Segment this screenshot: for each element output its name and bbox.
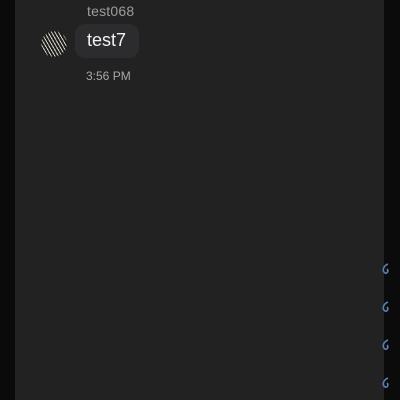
chat-panel [15, 0, 384, 400]
avatar[interactable] [41, 31, 67, 57]
message-text: test7 [87, 30, 127, 50]
left-sidebar-edge [0, 0, 15, 400]
link-icon[interactable] [379, 338, 393, 354]
message-timestamp: 3:56 PM [86, 69, 131, 83]
link-icon[interactable] [379, 262, 393, 278]
link-icon[interactable] [379, 376, 393, 392]
link-icon[interactable] [379, 300, 393, 316]
message-bubble[interactable]: test7 [75, 24, 139, 58]
message-sender-name: test068 [87, 3, 135, 19]
chat-screen: test068 test7 3:56 PM [0, 0, 400, 400]
